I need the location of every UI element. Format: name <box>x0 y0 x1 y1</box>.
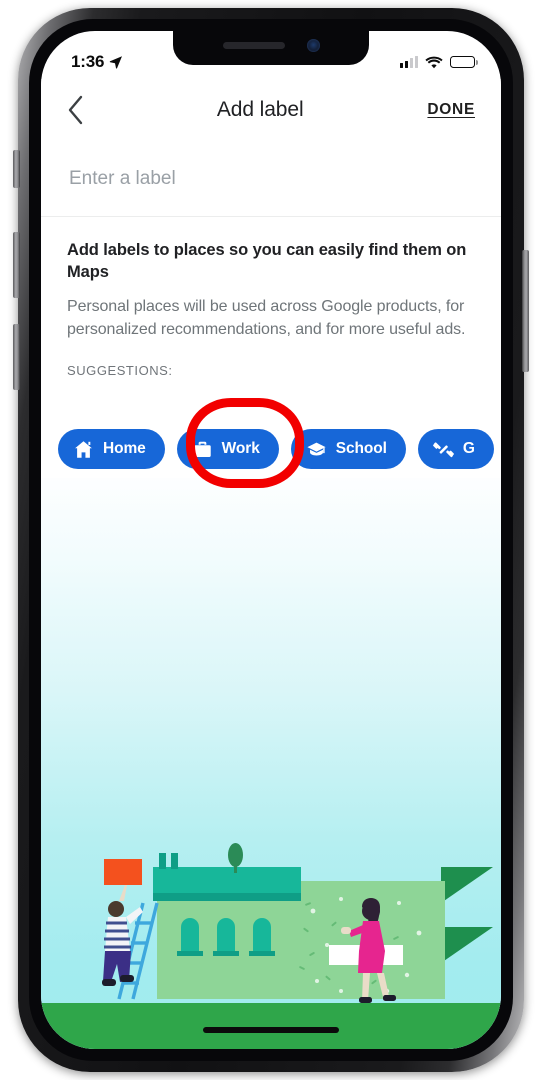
label-input-row[interactable] <box>41 141 501 217</box>
chip-label: Home <box>103 440 146 457</box>
labels-illustration <box>102 843 493 1003</box>
suggestion-chip-home[interactable]: Home <box>58 429 165 469</box>
wifi-icon <box>425 56 443 68</box>
chip-label: G <box>462 440 475 457</box>
status-bar-right <box>399 55 478 69</box>
battery-cap <box>476 60 478 66</box>
briefcase-icon <box>193 441 211 457</box>
battery-icon <box>450 55 478 69</box>
info-body: Personal places will be used across Goog… <box>67 297 466 338</box>
volume-up-button[interactable] <box>13 232 20 298</box>
page-title: Add label <box>216 98 304 121</box>
mute-switch-button[interactable] <box>13 150 20 188</box>
pine-trees <box>441 867 493 963</box>
status-bar-left: 1:36 <box>71 52 123 72</box>
chimney <box>159 853 166 869</box>
info-block: Add labels to places so you can easily f… <box>41 218 501 379</box>
graduation-cap-icon <box>307 442 326 455</box>
chip-label: Work <box>221 440 260 457</box>
dumbbell-icon <box>432 441 454 457</box>
display-notch <box>173 31 369 65</box>
location-arrow-icon <box>110 56 123 69</box>
scenery-background <box>41 478 501 1049</box>
suggestions-label: SUGGESTIONS: <box>67 363 173 379</box>
suggestion-chips-row: Home Work School G <box>41 420 501 478</box>
home-indicator[interactable] <box>203 1027 339 1033</box>
app-header: Add label DONE <box>41 79 501 141</box>
suggestion-chip-work[interactable]: Work <box>176 429 279 469</box>
building-roof <box>153 867 301 893</box>
cellular-signal-icon <box>399 56 418 68</box>
chip-label: School <box>335 440 387 457</box>
arched-windows <box>177 918 275 956</box>
front-camera-icon <box>306 38 320 52</box>
info-heading: Add labels to places so you can easily f… <box>67 241 467 281</box>
chimney <box>171 853 178 869</box>
orange-sign <box>104 859 142 885</box>
roof-trim <box>153 893 301 901</box>
earpiece-speaker-icon <box>222 41 285 49</box>
volume-down-button[interactable] <box>13 324 20 390</box>
person-head <box>108 901 124 917</box>
done-button[interactable]: DONE <box>427 101 475 119</box>
status-clock: 1:36 <box>71 52 105 71</box>
chevron-left-icon <box>68 95 82 125</box>
label-input[interactable] <box>41 167 501 190</box>
home-icon <box>75 440 92 458</box>
suggestion-chip-gym[interactable]: G <box>417 429 494 469</box>
power-button[interactable] <box>522 250 529 372</box>
phone-screen: 1:36 Add label DONE Enter a label Add la… <box>41 31 501 1049</box>
suggestion-chip-school[interactable]: School <box>290 429 406 469</box>
